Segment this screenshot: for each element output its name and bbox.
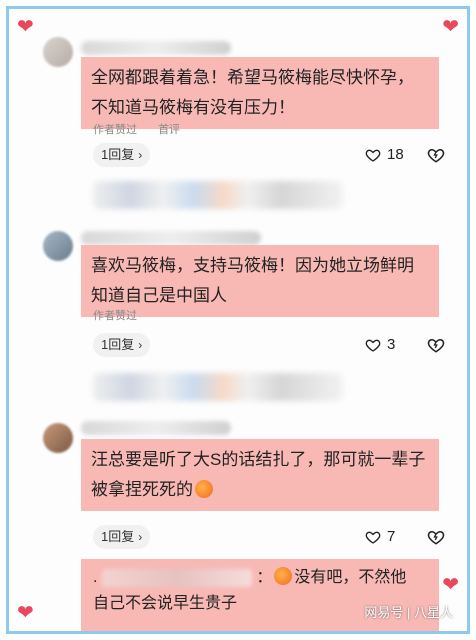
- reply-preview-redacted: [93, 373, 343, 401]
- reply-text-line1: 没有吧，不然他: [294, 569, 407, 586]
- author-liked-tag: 作者赞过: [93, 310, 137, 322]
- reply-preview-line1: . ： 没有吧，不然他: [93, 565, 427, 591]
- laughing-emoji-icon: [195, 480, 213, 498]
- like-count: 3: [387, 336, 396, 353]
- comment-actions: 1回复 › 18: [93, 143, 453, 169]
- comment-text-content: 汪总要是听了大S的话结扎了，那可就一辈子被拿捏死死的: [91, 450, 426, 499]
- dislike-icon[interactable]: [427, 145, 445, 165]
- like-button[interactable]: 18: [365, 143, 404, 167]
- view-replies-button[interactable]: 1回复 ›: [93, 143, 151, 167]
- chevron-right-icon: ›: [138, 530, 143, 544]
- reply-count-label: 1回复: [101, 147, 135, 162]
- dislike-icon[interactable]: [427, 335, 445, 355]
- username-redacted: [81, 41, 231, 55]
- chevron-right-icon: ›: [138, 338, 143, 352]
- crab-emoji-icon: [274, 567, 293, 585]
- reply-count-label: 1回复: [101, 337, 135, 352]
- heart-outline-icon: [365, 149, 381, 162]
- reply-prefix: .: [93, 569, 98, 586]
- dislike-icon[interactable]: [427, 527, 445, 547]
- comment-tags: 作者赞过 首评: [93, 121, 198, 137]
- heart-outline-icon: [365, 339, 381, 352]
- author-liked-tag: 作者赞过: [93, 124, 137, 136]
- comment-text: 汪总要是听了大S的话结扎了，那可就一辈子被拿捏死死的: [81, 439, 439, 511]
- comment-actions: 1回复 › 3: [93, 333, 453, 359]
- comment-screenshot-frame: ❤ ❤ ❤ ❤ 全网都跟着着急！希望马筱梅能尽快怀孕，不知道马筱梅有没有压力！ …: [6, 6, 470, 634]
- username-redacted: [81, 421, 231, 435]
- comment-text: 全网都跟着着急！希望马筱梅能尽快怀孕，不知道马筱梅有没有压力！: [81, 57, 439, 129]
- username-redacted: [81, 231, 261, 245]
- like-count: 18: [387, 146, 404, 163]
- reply-count-label: 1回复: [101, 529, 135, 544]
- avatar[interactable]: [43, 37, 73, 67]
- reply-preview[interactable]: . ：没有吧，不然他 自己不会说早生贵子: [81, 559, 439, 631]
- avatar[interactable]: [43, 231, 73, 261]
- reply-username-redacted: [101, 568, 252, 587]
- chevron-right-icon: ›: [138, 148, 143, 162]
- view-replies-button[interactable]: 1回复 ›: [93, 525, 151, 549]
- like-button[interactable]: 7: [365, 525, 395, 549]
- heart-decoration-icon: ❤: [17, 602, 34, 624]
- comment-actions: 1回复 › 7: [93, 525, 453, 551]
- comment-tags: 作者赞过: [93, 307, 155, 323]
- first-comment-tag: 首评: [158, 124, 181, 136]
- like-count: 7: [387, 528, 396, 545]
- reply-preview-redacted: [93, 181, 343, 209]
- reply-separator: ：: [256, 569, 273, 586]
- like-button[interactable]: 3: [365, 333, 395, 357]
- heart-decoration-icon: ❤: [442, 574, 459, 596]
- watermark: 网易号 | 八星人: [364, 605, 453, 620]
- heart-decoration-icon: ❤: [442, 16, 459, 38]
- avatar[interactable]: [43, 423, 73, 453]
- view-replies-button[interactable]: 1回复 ›: [93, 333, 151, 357]
- heart-outline-icon: [365, 531, 381, 544]
- heart-decoration-icon: ❤: [17, 16, 34, 38]
